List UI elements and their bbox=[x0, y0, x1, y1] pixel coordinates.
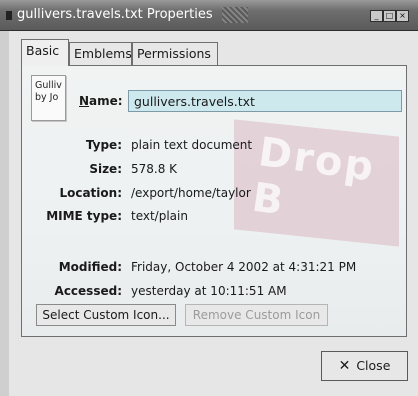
modified-value: Friday, October 4 2002 at 4:31:21 PM bbox=[131, 260, 357, 274]
window-close-button[interactable]: × bbox=[396, 10, 409, 22]
minimize-button[interactable]: _ bbox=[370, 10, 383, 22]
window-title: gullivers.travels.txt Properties bbox=[17, 7, 213, 22]
size-label: Size: bbox=[89, 162, 122, 176]
name-label: Name: bbox=[79, 94, 123, 108]
accessed-value: yesterday at 10:11:51 AM bbox=[131, 284, 287, 298]
tab-permissions[interactable]: Permissions bbox=[132, 42, 218, 65]
tab-basic[interactable]: Basic bbox=[21, 39, 69, 66]
select-custom-icon-button[interactable]: Select Custom Icon... bbox=[36, 304, 176, 326]
name-field[interactable] bbox=[128, 90, 402, 112]
location-value: /export/home/taylor bbox=[131, 186, 251, 200]
title-bar[interactable]: gullivers.travels.txt Properties _ □ × bbox=[0, 0, 418, 31]
size-value: 578.8 K bbox=[131, 162, 178, 176]
modified-label: Modified: bbox=[58, 260, 122, 274]
close-button[interactable]: ✕ Close bbox=[321, 351, 408, 381]
mime-type-label: MIME type: bbox=[46, 209, 122, 223]
type-value: plain text document bbox=[131, 138, 253, 152]
file-icon[interactable]: Gulliv by Jo bbox=[31, 75, 66, 121]
remove-custom-icon-button[interactable]: Remove Custom Icon bbox=[185, 304, 328, 326]
maximize-button[interactable]: □ bbox=[383, 10, 396, 22]
tab-emblems[interactable]: Emblems bbox=[69, 42, 132, 65]
location-label: Location: bbox=[59, 186, 122, 200]
mime-type-value: text/plain bbox=[131, 209, 188, 223]
window-menu-icon[interactable] bbox=[6, 11, 12, 20]
accessed-label: Accessed: bbox=[54, 284, 122, 298]
titlebar-decoration bbox=[222, 7, 248, 23]
type-label: Type: bbox=[85, 138, 122, 152]
close-button-label: Close bbox=[356, 358, 391, 373]
close-x-icon: ✕ bbox=[338, 358, 351, 374]
